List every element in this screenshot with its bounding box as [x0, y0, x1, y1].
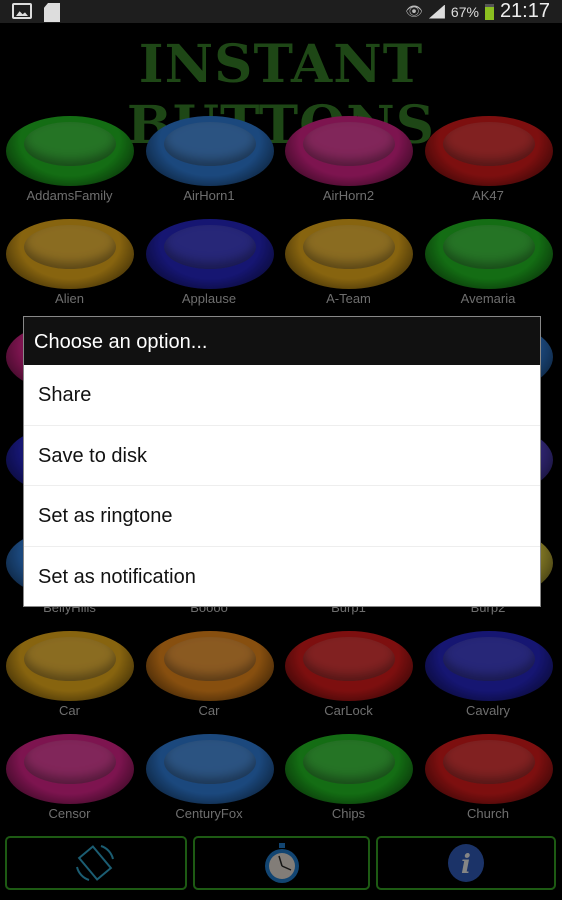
option-set-notification[interactable]: Set as notification: [24, 547, 540, 608]
options-dialog: Choose an option... Share Save to disk S…: [23, 316, 541, 607]
gallery-notification-icon: [12, 3, 32, 19]
option-save-to-disk[interactable]: Save to disk: [24, 426, 540, 486]
status-bar: 👁 67% 21:17: [0, 0, 562, 23]
eye-icon: 👁: [405, 3, 423, 19]
battery-icon: [484, 3, 494, 20]
option-set-ringtone[interactable]: Set as ringtone: [24, 486, 540, 547]
signal-icon: [428, 4, 445, 19]
dialog-title: Choose an option...: [24, 317, 540, 365]
option-share[interactable]: Share: [24, 365, 540, 426]
sd-card-icon: [44, 3, 60, 22]
clock: 21:17: [499, 0, 550, 22]
battery-percent: 67%: [450, 3, 479, 20]
